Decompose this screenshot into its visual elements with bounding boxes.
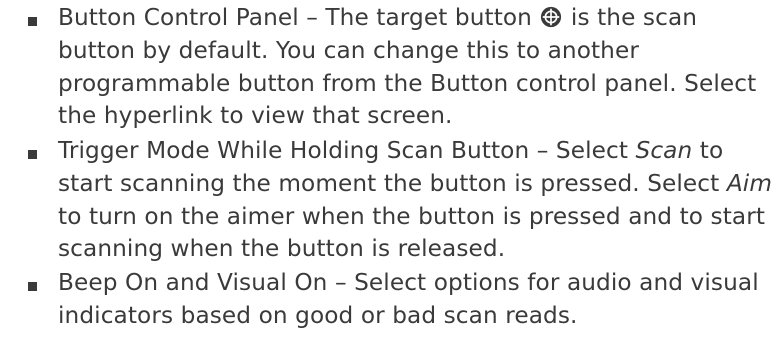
paragraph-beep-visual: Beep On and Visual On – Select options f… (58, 267, 778, 333)
text-segment: Beep On and Visual On – Select options f… (58, 269, 759, 329)
bullet-square-icon (28, 17, 37, 26)
list-item-button-control-panel: Button Control Panel – The target button… (28, 2, 778, 133)
list-item-trigger-mode: Trigger Mode While Holding Scan Button –… (28, 135, 778, 266)
text-segment: Trigger Mode While Holding Scan Button –… (58, 137, 636, 164)
text-segment: Button Control Panel – The target button (58, 4, 540, 31)
paragraph-trigger-mode: Trigger Mode While Holding Scan Button –… (58, 135, 778, 266)
document-page: Button Control Panel – The target button… (0, 0, 779, 349)
text-segment: to turn on the aimer when the button is … (58, 202, 766, 263)
target-button-icon (541, 6, 562, 28)
option-scan-label: Scan (635, 137, 693, 164)
bullet-square-icon (28, 150, 37, 159)
option-aim-label: Aim (726, 169, 773, 197)
paragraph-button-control-panel: Button Control Panel – The target button… (58, 2, 778, 133)
bullet-square-icon (28, 282, 37, 291)
list-item-beep-visual: Beep On and Visual On – Select options f… (28, 267, 778, 333)
